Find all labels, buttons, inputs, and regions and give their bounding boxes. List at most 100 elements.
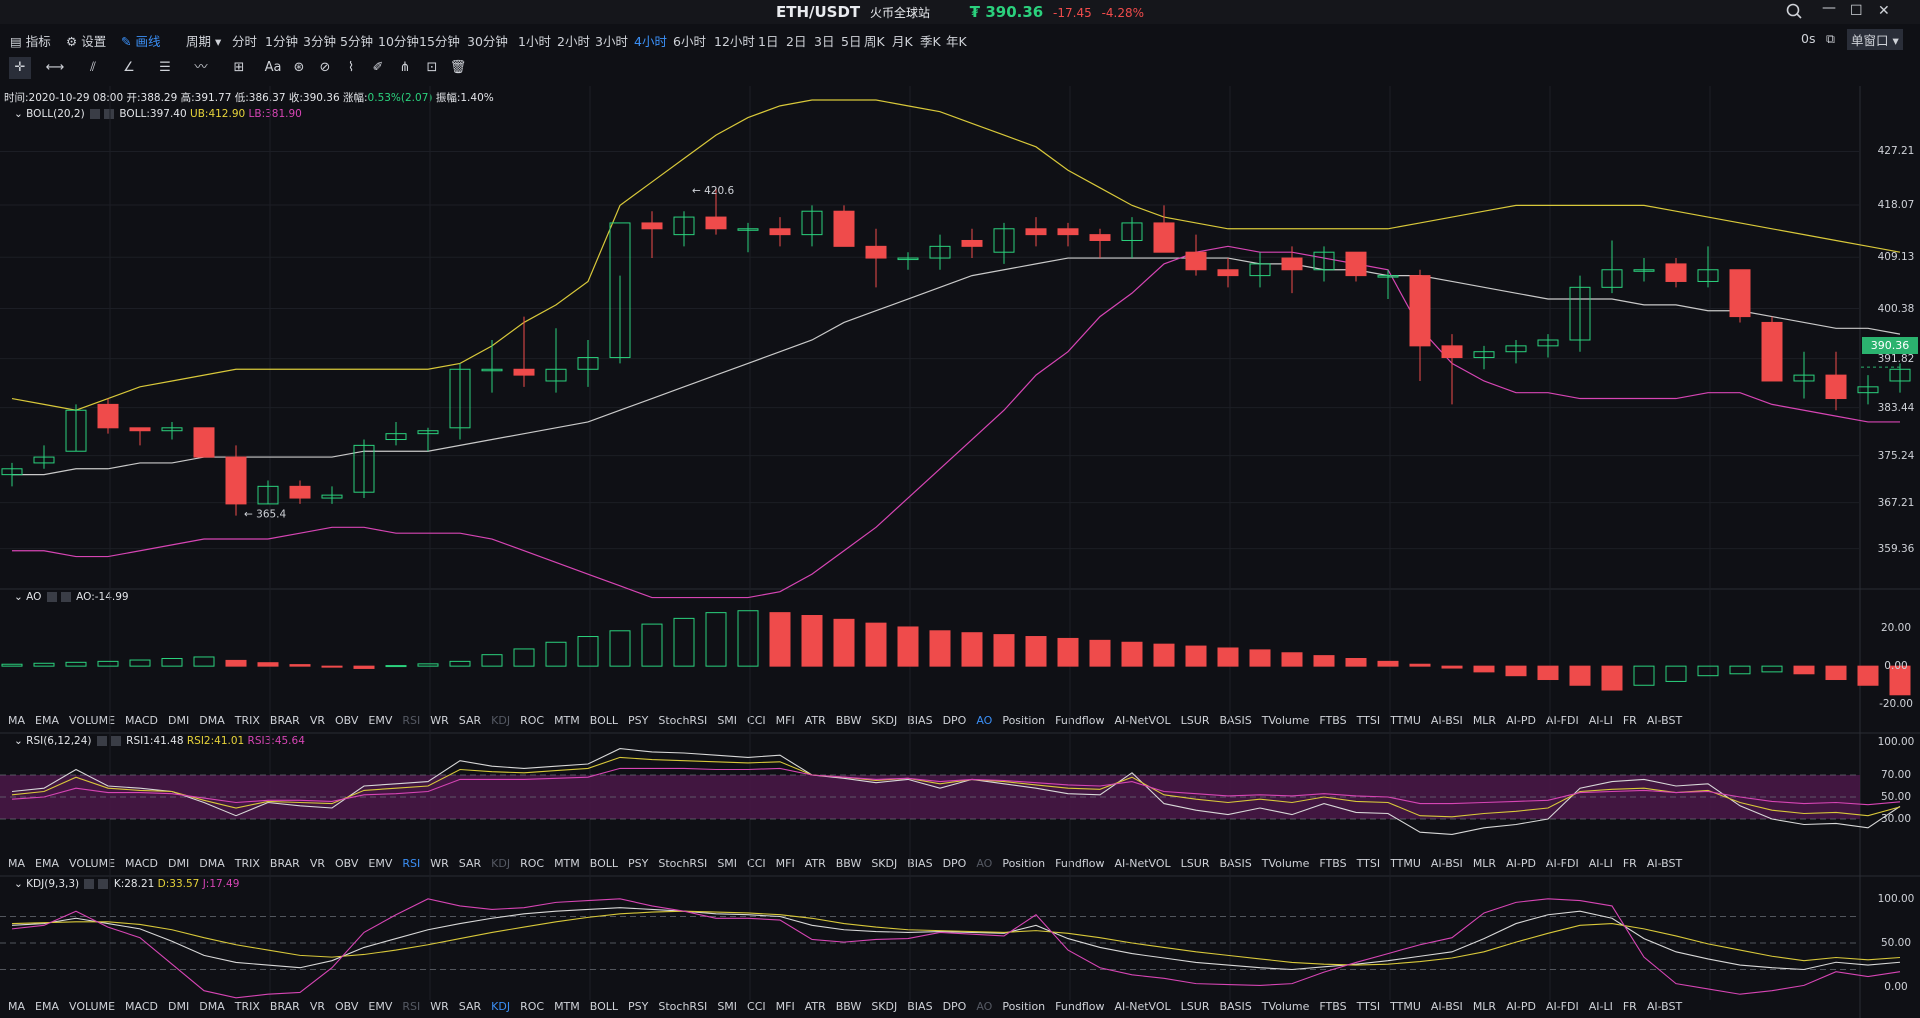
indicator-tab-ai-pd[interactable]: AI-PD (1506, 1000, 1536, 1013)
indicator-tab-tvolume[interactable]: TVolume (1262, 1000, 1310, 1013)
indicator-tab-macd[interactable]: MACD (125, 857, 158, 870)
indicator-tab-cci[interactable]: CCI (747, 857, 766, 870)
indicator-tab-brar[interactable]: BRAR (270, 1000, 300, 1013)
interval-tab-10[interactable]: 4小时 (634, 31, 667, 50)
wave-icon[interactable]: 〰 (190, 57, 212, 79)
indicator-tab-lsur[interactable]: LSUR (1181, 1000, 1210, 1013)
indicator-tab-mfi[interactable]: MFI (776, 714, 795, 727)
indicator-tab-fr[interactable]: FR (1623, 857, 1637, 870)
kdj-close-icon[interactable] (98, 879, 109, 889)
indicator-tab-ma[interactable]: MA (8, 1000, 25, 1013)
indicator-tab-tvolume[interactable]: TVolume (1262, 714, 1310, 727)
indicator-tab-skdj[interactable]: SKDJ (871, 1000, 897, 1013)
indicator-tab-boll[interactable]: BOLL (590, 714, 618, 727)
interval-tab-11[interactable]: 6小时 (673, 31, 706, 50)
indicator-tab-dma[interactable]: DMA (199, 857, 225, 870)
indicator-tab-mlr[interactable]: MLR (1473, 714, 1496, 727)
indicator-tab-brar[interactable]: BRAR (270, 857, 300, 870)
indicator-tab-sar[interactable]: SAR (459, 857, 481, 870)
interval-tab-2[interactable]: 3分钟 (303, 31, 336, 50)
indicator-tab-ai-fdi[interactable]: AI-FDI (1546, 1000, 1579, 1013)
indicator-tab-mtm[interactable]: MTM (554, 857, 580, 870)
rsi-close-icon[interactable] (110, 736, 121, 746)
indicator-tab-ai-netvol[interactable]: AI-NetVOL (1114, 857, 1170, 870)
boll-settings-icon[interactable] (90, 109, 101, 119)
indicator-tab-smi[interactable]: SMI (717, 857, 737, 870)
indicator-tab-ao[interactable]: AO (976, 857, 992, 870)
indicator-tab-sar[interactable]: SAR (459, 1000, 481, 1013)
indicator-tab-ai-li[interactable]: AI-LI (1589, 1000, 1613, 1013)
indicator-tab-bias[interactable]: BIAS (907, 714, 932, 727)
indicator-tab-basis[interactable]: BASIS (1219, 1000, 1251, 1013)
indicator-tab-fr[interactable]: FR (1623, 1000, 1637, 1013)
indicator-tab-skdj[interactable]: SKDJ (871, 857, 897, 870)
indicator-tab-ai-bsi[interactable]: AI-BSI (1431, 857, 1463, 870)
indicator-tab-stochrsi[interactable]: StochRSI (658, 714, 707, 727)
indicator-tab-trix[interactable]: TRIX (235, 714, 260, 727)
indicators-button[interactable]: ▤ 指标 (10, 31, 51, 50)
indicator-tab-ttsi[interactable]: TTSI (1357, 857, 1380, 870)
lock-icon[interactable]: ⊡ (421, 57, 443, 79)
indicator-tab-dmi[interactable]: DMI (168, 1000, 189, 1013)
angle-icon[interactable]: ∠ (118, 57, 140, 79)
indicator-tab-kdj[interactable]: KDJ (491, 857, 510, 870)
indicator-tab-trix[interactable]: TRIX (235, 857, 260, 870)
indicator-tab-ao[interactable]: AO (976, 1000, 992, 1013)
indicator-tab-mlr[interactable]: MLR (1473, 1000, 1496, 1013)
fib-lines-icon[interactable]: ☰ (154, 57, 176, 79)
indicator-tab-bias[interactable]: BIAS (907, 857, 932, 870)
rsi-settings-icon[interactable] (96, 736, 107, 746)
indicator-tab-fundflow[interactable]: Fundflow (1055, 1000, 1104, 1013)
interval-tab-20[interactable]: 年K (946, 31, 967, 50)
indicator-tab-ema[interactable]: EMA (35, 714, 59, 727)
indicator-tab-ma[interactable]: MA (8, 857, 25, 870)
indicator-tab-dmi[interactable]: DMI (168, 857, 189, 870)
interval-tab-7[interactable]: 1小时 (518, 31, 551, 50)
indicator-tab-mtm[interactable]: MTM (554, 1000, 580, 1013)
interval-tab-1[interactable]: 1分钟 (265, 31, 298, 50)
interval-tab-14[interactable]: 2日 (786, 31, 806, 50)
maximize-icon[interactable]: ☐ (1850, 3, 1863, 19)
indicator-tab-rsi[interactable]: RSI (402, 857, 420, 870)
indicator-tab-volume[interactable]: VOLUME (69, 714, 115, 727)
minimize-icon[interactable]: — (1822, 0, 1836, 16)
indicator-tab-emv[interactable]: EMV (368, 714, 392, 727)
text-icon[interactable]: Aa (262, 57, 284, 79)
indicator-tab-roc[interactable]: ROC (520, 857, 544, 870)
indicator-tab-bbw[interactable]: BBW (836, 714, 862, 727)
trash-icon[interactable]: 🗑 (447, 57, 469, 79)
indicator-tab-ai-bst[interactable]: AI-BST (1647, 1000, 1682, 1013)
indicator-tab-lsur[interactable]: LSUR (1181, 857, 1210, 870)
indicator-tab-obv[interactable]: OBV (335, 714, 358, 727)
measure-icon[interactable]: ⊞ (228, 57, 250, 79)
indicator-tab-ai-bst[interactable]: AI-BST (1647, 714, 1682, 727)
indicator-tab-brar[interactable]: BRAR (270, 714, 300, 727)
close-icon[interactable]: ✕ (1878, 3, 1890, 19)
pair-label[interactable]: ETH/USDT (776, 3, 860, 21)
indicator-tab-psy[interactable]: PSY (628, 714, 648, 727)
indicator-tab-mlr[interactable]: MLR (1473, 857, 1496, 870)
parallel-channel-icon[interactable]: ⫽ (82, 57, 104, 79)
brush-icon[interactable]: ✐ (367, 57, 389, 79)
indicator-tab-rsi[interactable]: RSI (402, 1000, 420, 1013)
search-icon[interactable] (1786, 3, 1802, 23)
indicator-tab-ai-fdi[interactable]: AI-FDI (1546, 857, 1579, 870)
indicator-tab-emv[interactable]: EMV (368, 857, 392, 870)
indicator-tab-dpo[interactable]: DPO (943, 857, 967, 870)
popout-icon[interactable]: ⧉ (1826, 31, 1835, 47)
indicator-tab-dma[interactable]: DMA (199, 714, 225, 727)
magnet-icon[interactable]: ⊛ (288, 57, 310, 79)
indicator-tab-macd[interactable]: MACD (125, 1000, 158, 1013)
indicator-tab-vr[interactable]: VR (310, 1000, 325, 1013)
indicator-tab-tvolume[interactable]: TVolume (1262, 857, 1310, 870)
interval-tab-16[interactable]: 5日 (841, 31, 861, 50)
indicator-tab-sar[interactable]: SAR (459, 714, 481, 727)
indicator-tab-smi[interactable]: SMI (717, 714, 737, 727)
indicator-tab-dmi[interactable]: DMI (168, 714, 189, 727)
indicator-tab-ema[interactable]: EMA (35, 857, 59, 870)
indicator-tab-kdj[interactable]: KDJ (491, 1000, 510, 1013)
indicator-tab-boll[interactable]: BOLL (590, 857, 618, 870)
collapse-icon[interactable]: ⌄ (14, 878, 23, 890)
indicator-tab-cci[interactable]: CCI (747, 1000, 766, 1013)
indicator-tab-ao[interactable]: AO (976, 714, 992, 727)
